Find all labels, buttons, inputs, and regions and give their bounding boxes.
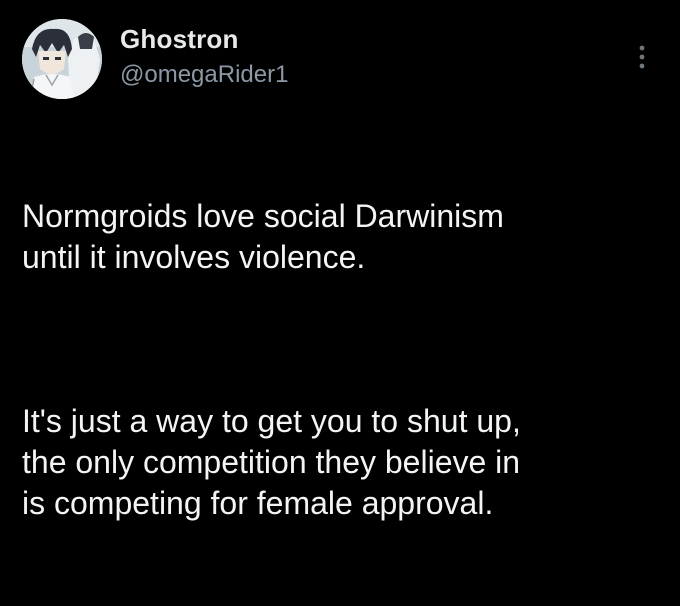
tweet-card: Ghostron @omegaRider1 Normgroids love so… (0, 0, 680, 521)
avatar[interactable] (22, 19, 102, 99)
user-handle[interactable]: @omegaRider1 (120, 61, 288, 89)
tweet-header: Ghostron @omegaRider1 (22, 14, 662, 99)
more-options-icon (639, 45, 645, 69)
more-options-button[interactable] (622, 42, 662, 72)
tweet-text: Normgroids love social Darwinism until i… (22, 114, 662, 606)
display-name[interactable]: Ghostron (120, 24, 239, 55)
tweet-paragraph: It's just a way to get you to shut up, t… (22, 403, 521, 521)
tweet-paragraph: Normgroids love social Darwinism until i… (22, 198, 504, 275)
anime-character-avatar-icon (22, 19, 102, 99)
